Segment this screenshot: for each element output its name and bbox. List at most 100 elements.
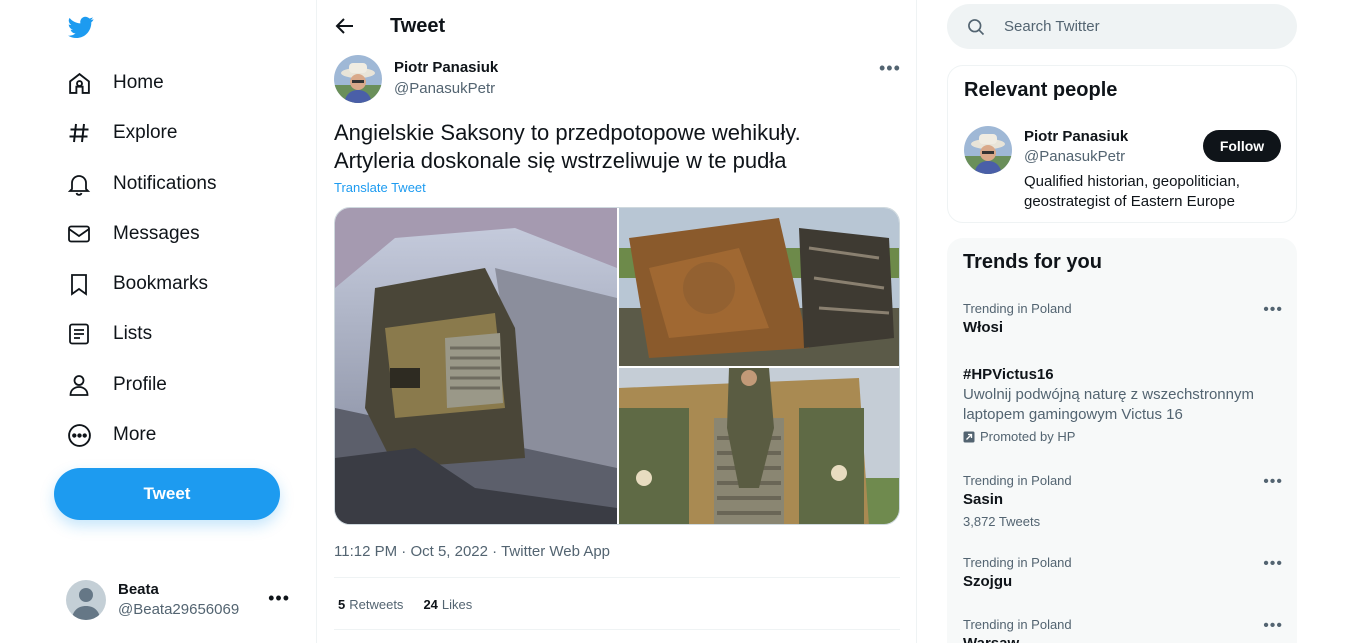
timestamp-separator: · bbox=[401, 543, 407, 560]
account-handle: @Beata29656069 bbox=[118, 601, 240, 618]
left-navigation: Home Explore Notifications Messages Book… bbox=[0, 0, 317, 643]
nav-lists-label: Lists bbox=[113, 323, 153, 344]
timestamp-separator: · bbox=[492, 543, 498, 560]
divider bbox=[334, 629, 900, 630]
promoted-icon bbox=[963, 431, 975, 442]
home-icon bbox=[66, 70, 92, 96]
nav-messages[interactable]: Messages bbox=[54, 211, 212, 257]
follow-button[interactable]: Follow bbox=[1203, 130, 1281, 162]
tweet-time[interactable]: 11:12 PM bbox=[334, 543, 397, 560]
trend-more-icon[interactable]: ••• bbox=[1263, 617, 1283, 635]
compose-tweet-button[interactable]: Tweet bbox=[54, 468, 280, 520]
trend-context: Trending in Poland bbox=[963, 473, 1072, 488]
more-circle-icon bbox=[66, 422, 92, 448]
likes-count: 24 bbox=[423, 597, 438, 612]
search-bar[interactable] bbox=[947, 4, 1297, 49]
bell-icon bbox=[66, 171, 92, 197]
trend-more-icon[interactable]: ••• bbox=[1263, 555, 1283, 573]
nav-messages-label: Messages bbox=[113, 223, 200, 244]
tweet-stats: 5 Retweets 24 Likes bbox=[338, 597, 472, 612]
tweet-text-line-2: Artyleria doskonale się wstrzeliwuje w t… bbox=[334, 148, 787, 173]
nav-lists[interactable]: Lists bbox=[54, 311, 164, 357]
nav-bookmarks[interactable]: Bookmarks bbox=[54, 261, 220, 307]
tweet-text: Angielskie Saksony to przedpotopowe wehi… bbox=[334, 119, 894, 175]
likes-stat[interactable]: 24 Likes bbox=[423, 597, 472, 612]
account-more-icon[interactable]: ••• bbox=[268, 588, 290, 609]
divider bbox=[334, 577, 900, 578]
translate-tweet-link[interactable]: Translate Tweet bbox=[334, 180, 426, 195]
nav-more-label: More bbox=[113, 424, 157, 445]
trend-topic: #HPVictus16 bbox=[963, 366, 1054, 383]
twitter-logo-icon[interactable] bbox=[66, 14, 96, 40]
account-switcher[interactable]: Beata @Beata29656069 ••• bbox=[54, 570, 304, 630]
trend-more-icon[interactable]: ••• bbox=[1263, 473, 1283, 491]
hashtag-icon bbox=[66, 120, 92, 146]
tweet-photo-1[interactable] bbox=[335, 208, 617, 524]
trend-description: Uwolnij podwójną naturę z wszechstronnym… bbox=[963, 385, 1283, 425]
nav-notifications-label: Notifications bbox=[113, 173, 217, 194]
bio-line-1: Qualified historian, geopolitician, bbox=[1024, 173, 1240, 190]
nav-explore-label: Explore bbox=[113, 122, 178, 143]
retweets-label: Retweets bbox=[349, 597, 404, 612]
trend-description-line-1: Uwolnij podwójną naturę z wszechstronnym bbox=[963, 386, 1254, 403]
tweet-photo-2[interactable] bbox=[619, 208, 899, 366]
relevant-person-avatar[interactable] bbox=[964, 126, 1012, 174]
page-title: Tweet bbox=[390, 15, 446, 37]
trend-topic: Szojgu bbox=[963, 573, 1013, 590]
trend-item[interactable]: Trending in Poland Warsaw ••• bbox=[963, 617, 1283, 643]
nav-home-label: Home bbox=[113, 72, 164, 93]
nav-home[interactable]: Home bbox=[54, 60, 176, 106]
trend-item[interactable]: Trending in Poland Szojgu ••• bbox=[963, 555, 1283, 590]
trend-item[interactable]: Trending in Poland Sasin 3,872 Tweets ••… bbox=[963, 473, 1283, 529]
nav-explore[interactable]: Explore bbox=[54, 110, 189, 156]
author-avatar[interactable] bbox=[334, 55, 382, 103]
trend-topic: Włosi bbox=[963, 319, 1003, 336]
main-column: Tweet Piotr Panasiuk @PanasukPetr ••• An… bbox=[317, 0, 917, 643]
user-avatar bbox=[66, 580, 106, 620]
tweet-source[interactable]: Twitter Web App bbox=[501, 543, 610, 560]
search-input[interactable] bbox=[1004, 18, 1264, 35]
nav-notifications[interactable]: Notifications bbox=[54, 161, 229, 207]
tweet-timestamp: 11:12 PM · Oct 5, 2022 · Twitter Web App bbox=[334, 543, 610, 560]
tweet-date[interactable]: Oct 5, 2022 bbox=[410, 543, 488, 560]
promoted-text: Promoted by HP bbox=[980, 429, 1076, 444]
relevant-people-title: Relevant people bbox=[964, 79, 1118, 101]
retweets-stat[interactable]: 5 Retweets bbox=[338, 597, 403, 612]
trend-topic: Warsaw bbox=[963, 635, 1283, 643]
trend-context: Trending in Poland bbox=[963, 301, 1072, 316]
trend-more-icon[interactable]: ••• bbox=[1263, 301, 1283, 319]
relevant-person-handle[interactable]: @PanasukPetr bbox=[1024, 148, 1125, 165]
promoted-trend-item[interactable]: #HPVictus16 Uwolnij podwójną naturę z ws… bbox=[963, 363, 1283, 444]
relevant-people-card: Relevant people Piotr Panasiuk @PanasukP… bbox=[947, 65, 1297, 223]
trend-topic: Sasin bbox=[963, 491, 1004, 508]
account-name: Beata bbox=[118, 581, 159, 598]
back-arrow-icon[interactable] bbox=[333, 14, 357, 38]
retweets-count: 5 bbox=[338, 597, 346, 612]
trend-description-line-2: laptopem gamingowym Victus 16 bbox=[963, 406, 1183, 423]
tweet-text-line-1: Angielskie Saksony to przedpotopowe wehi… bbox=[334, 120, 801, 145]
relevant-person-bio: Qualified historian, geopolitician, geos… bbox=[1024, 172, 1274, 212]
trend-context: Trending in Poland bbox=[963, 555, 1072, 570]
trends-title: Trends for you bbox=[963, 251, 1102, 273]
search-icon bbox=[968, 18, 985, 35]
tweet-media-grid bbox=[334, 207, 900, 525]
nav-more[interactable]: More bbox=[54, 412, 168, 458]
likes-label: Likes bbox=[441, 597, 473, 612]
relevant-person-name[interactable]: Piotr Panasiuk bbox=[1024, 128, 1128, 145]
tweet-photo-3[interactable] bbox=[619, 368, 899, 524]
person-icon bbox=[66, 372, 92, 398]
author-handle[interactable]: @PanasukPetr bbox=[394, 80, 495, 97]
tweet-more-icon[interactable]: ••• bbox=[879, 58, 901, 79]
nav-profile[interactable]: Profile bbox=[54, 362, 179, 408]
nav-bookmarks-label: Bookmarks bbox=[113, 273, 209, 294]
trends-card: Trends for you Trending in Poland Włosi … bbox=[947, 238, 1297, 643]
nav-profile-label: Profile bbox=[113, 374, 167, 395]
author-name[interactable]: Piotr Panasiuk bbox=[394, 59, 498, 76]
bookmark-icon bbox=[66, 271, 92, 297]
envelope-icon bbox=[66, 221, 92, 247]
trend-tweet-count: 3,872 Tweets bbox=[963, 514, 1041, 529]
promoted-label: Promoted by HP bbox=[963, 429, 1283, 444]
trend-context: Trending in Poland bbox=[963, 617, 1072, 632]
bio-line-2: geostrategist of Eastern Europe bbox=[1024, 193, 1235, 210]
trend-item[interactable]: Trending in Poland Włosi ••• bbox=[963, 301, 1283, 336]
